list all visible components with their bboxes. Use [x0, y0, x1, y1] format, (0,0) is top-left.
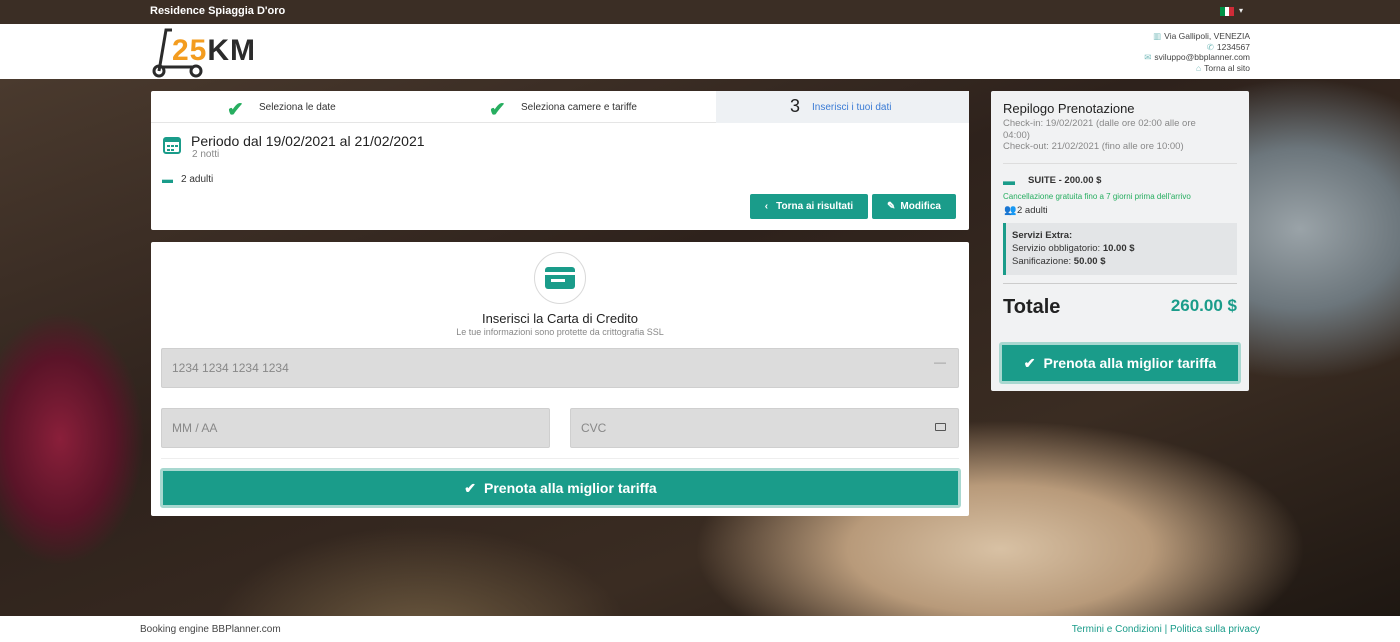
card-brand-icon: —	[934, 355, 946, 369]
cvc-input[interactable]: CVC	[570, 408, 959, 448]
top-bar: Residence Spiaggia D'oro ▾	[0, 0, 1400, 24]
address: Via Gallipoli, VENEZIA	[1164, 31, 1250, 41]
bed-icon: ▬	[162, 174, 173, 186]
nights-count: 2 notti	[192, 149, 220, 160]
cvc-card-icon	[935, 423, 946, 431]
extra-service-item: Sanificazione: 50.00 $	[1012, 256, 1106, 267]
credit-card-icon	[545, 267, 575, 289]
pencil-icon: ✎	[887, 201, 896, 212]
chevron-left-icon: ‹	[764, 201, 769, 212]
check-icon: ✔	[464, 479, 476, 496]
checkin-info: Check-in: 19/02/2021 (dalle ore 02:00 al…	[1003, 118, 1196, 141]
credit-card-icon-circle	[534, 252, 586, 304]
payment-subtitle: Le tue informazioni sono protette da cri…	[456, 327, 664, 337]
step-enter-data: 3 Inserisci i tuoi dati	[716, 91, 969, 123]
chevron-down-icon[interactable]: ▾	[1239, 6, 1243, 15]
booking-summary-card: Repilogo Prenotazione Check-in: 19/02/20…	[991, 91, 1249, 391]
book-best-rate-button[interactable]: ✔ Prenota alla miglior tariffa	[160, 468, 961, 508]
extra-services: Servizi Extra: Servizio obbligatorio: 10…	[1003, 223, 1237, 275]
extras-title: Servizi Extra:	[1012, 230, 1073, 241]
edit-button[interactable]: ✎ Modifica	[872, 194, 956, 219]
calendar-icon	[163, 137, 181, 154]
divider	[1003, 163, 1237, 164]
home-icon: ⌂	[1196, 62, 1202, 73]
bed-icon: ▬	[1003, 174, 1015, 188]
footer-links[interactable]: Termini e Condizioni | Politica sulla pr…	[1072, 624, 1260, 635]
period-title: Periodo dal 19/02/2021 al 21/02/2021	[191, 133, 425, 149]
email-link[interactable]: sviluppo@bbplanner.com	[1154, 52, 1250, 62]
adults-count: 2 adulti	[181, 174, 214, 185]
summary-book-button[interactable]: ✔ Prenota alla miglior tariffa	[999, 342, 1241, 384]
step-label: Seleziona camere e tariffe	[521, 101, 637, 113]
back-to-results-button[interactable]: ‹ Torna ai risultati	[750, 194, 868, 219]
checkout-info: Check-out: 21/02/2021 (fino alle ore 10:…	[1003, 141, 1184, 152]
room-name-price: SUITE - 200.00 $	[1028, 175, 1102, 186]
step-label: Inserisci i tuoi dati	[812, 101, 892, 113]
phone-icon: ✆	[1206, 41, 1214, 52]
total-value: 260.00 $	[1170, 296, 1237, 315]
back-to-site-link[interactable]: Torna al sito	[1204, 63, 1250, 73]
progress-steps: ✔ Seleziona le date ✔ Seleziona camere e…	[151, 91, 969, 123]
cancellation-policy: Cancellazione gratuita fino a 7 giorni p…	[1003, 192, 1191, 201]
booking-details-card: ✔ Seleziona le date ✔ Seleziona camere e…	[151, 91, 969, 230]
step-select-rooms[interactable]: ✔ Seleziona camere e tariffe	[413, 91, 716, 123]
people-icon: 👥	[1004, 205, 1017, 216]
payment-title: Inserisci la Carta di Credito	[481, 311, 639, 326]
logo-text: 25KM	[172, 34, 257, 67]
contact-info: ▥ Via Gallipoli, VENEZIA ✆ 1234567 ✉ svilup…	[1144, 31, 1250, 73]
payment-card: Inserisci la Carta di Credito Le tue inf…	[151, 242, 969, 516]
envelope-icon: ✉	[1144, 52, 1152, 62]
check-icon: ✔	[227, 99, 244, 121]
divider	[1003, 283, 1237, 284]
total-label: Totale	[1003, 296, 1061, 318]
divider	[161, 458, 959, 459]
step-select-dates[interactable]: ✔ Seleziona le date	[151, 91, 413, 123]
check-icon: ✔	[489, 99, 506, 121]
step-number: 3	[790, 96, 801, 116]
expiry-input[interactable]: MM / AA	[161, 408, 550, 448]
map-icon: ▥	[1153, 31, 1162, 41]
hotel-name: Residence Spiaggia D'oro	[150, 5, 286, 17]
check-icon: ✔	[1023, 354, 1036, 371]
extra-service-item: Servizio obbligatorio: 10.00 $	[1012, 243, 1135, 254]
step-label: Seleziona le date	[259, 101, 336, 113]
card-number-input[interactable]: 1234 1234 1234 1234 —	[161, 348, 959, 388]
people-count: 2 adulti	[1017, 205, 1048, 216]
footer: Booking engine BBPlanner.com Termini e C…	[0, 616, 1400, 642]
summary-title: Repilogo Prenotazione	[1003, 101, 1135, 116]
footer-credit: Booking engine BBPlanner.com	[140, 624, 281, 635]
phone: 1234567	[1216, 41, 1250, 52]
header: 25KM ▥ Via Gallipoli, VENEZIA ✆ 1234567 ✉ s…	[0, 24, 1400, 79]
italian-flag-icon[interactable]	[1220, 7, 1235, 16]
